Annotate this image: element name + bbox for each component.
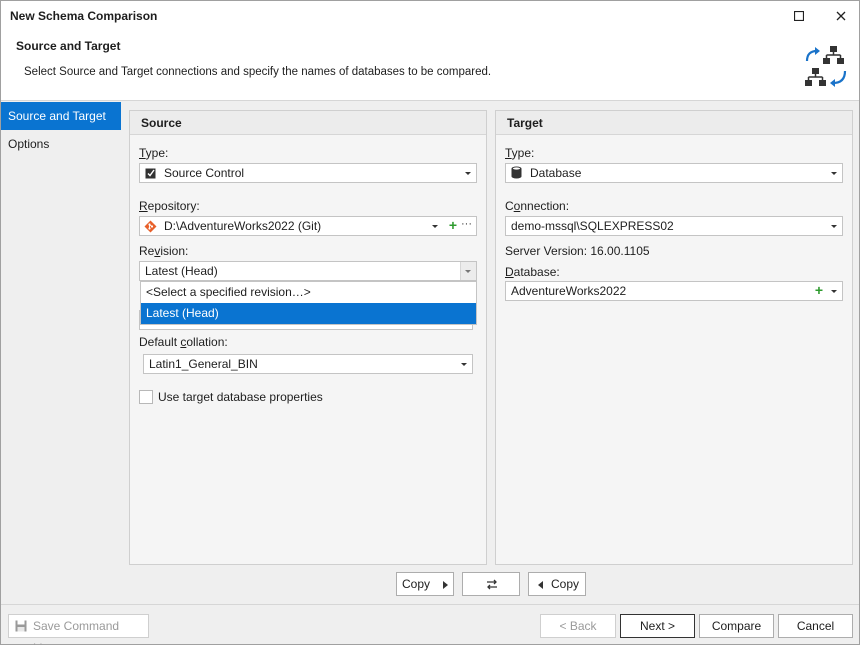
target-type-select[interactable]: Database <box>505 163 843 183</box>
source-panel: Source Type: Source Control Repository: <box>129 110 487 565</box>
chevron-down-icon <box>432 225 438 228</box>
revision-option-latest[interactable]: Latest (Head) <box>141 303 476 324</box>
nav-item-source-and-target[interactable]: Source and Target <box>1 102 121 130</box>
server-version: Server Version: 16.00.1105 <box>505 244 650 258</box>
revision-label: Revision: <box>139 244 189 258</box>
chevron-down-icon <box>461 363 467 366</box>
chevron-down-icon <box>465 270 471 273</box>
database-value: AdventureWorks2022 <box>511 284 627 298</box>
cancel-button[interactable]: Cancel <box>778 614 853 638</box>
repository-label: Repository: <box>139 199 200 213</box>
next-button[interactable]: Next > <box>620 614 695 638</box>
connection-value: demo-mssql\SQLEXPRESS02 <box>511 219 674 233</box>
collation-value: Latin1_General_BIN <box>149 357 258 371</box>
connection-label: Connection: <box>505 199 570 213</box>
compare-button[interactable]: Compare <box>699 614 774 638</box>
copy-to-source-label: Copy <box>550 577 579 591</box>
source-type-label: Type: <box>139 146 169 160</box>
wizard-nav: Source and Target Options <box>1 101 121 604</box>
maximize-icon <box>794 11 804 21</box>
use-target-properties-checkbox[interactable] <box>139 390 153 404</box>
target-type-label: Type: <box>505 146 535 160</box>
page-title: Source and Target <box>16 39 121 53</box>
wizard-header: Source and Target Select Source and Targ… <box>1 31 859 101</box>
repository-select[interactable]: D:\AdventureWorks2022 (Git) + ··· <box>139 216 477 236</box>
add-database-button[interactable]: + <box>815 281 823 299</box>
source-control-icon <box>145 168 156 179</box>
target-heading: Target <box>496 111 852 135</box>
arrow-right-icon <box>443 581 448 589</box>
arrow-left-icon <box>538 581 543 589</box>
revision-dropdown-list: <Select a specified revision…> Latest (H… <box>140 281 477 325</box>
nav-item-options[interactable]: Options <box>1 130 121 158</box>
maximize-button[interactable] <box>788 5 810 27</box>
close-icon <box>836 11 846 21</box>
source-type-value: Source Control <box>164 166 245 180</box>
repository-value: D:\AdventureWorks2022 (Git) <box>164 219 322 233</box>
use-target-properties-label[interactable]: Use target database properties <box>158 390 323 404</box>
add-repository-button[interactable]: + <box>449 216 457 234</box>
chevron-down-icon <box>831 225 837 228</box>
target-panel: Target Type: Database Connection: demo-m… <box>495 110 853 565</box>
copy-to-source-button[interactable]: Copy <box>528 572 586 596</box>
swap-button[interactable] <box>462 572 520 596</box>
browse-repository-button[interactable]: ··· <box>461 215 472 233</box>
source-type-select[interactable]: Source Control <box>139 163 477 183</box>
git-icon <box>144 220 157 233</box>
revision-select[interactable]: Latest (Head) <box>139 261 477 281</box>
title-bar: New Schema Comparison <box>1 1 859 31</box>
revision-dropdown-button[interactable] <box>460 262 476 280</box>
target-type-value: Database <box>530 166 582 180</box>
revision-option-specify[interactable]: <Select a specified revision…> <box>141 282 476 303</box>
wizard-footer: Save Command Line... < Back Next > Compa… <box>1 604 859 645</box>
swap-icon <box>487 579 497 590</box>
schema-compare-icon <box>805 46 847 87</box>
source-heading: Source <box>130 111 486 135</box>
revision-value: Latest (Head) <box>145 264 218 278</box>
dialog-window: New Schema Comparison Source and Target … <box>0 0 860 645</box>
database-select[interactable]: AdventureWorks2022 + <box>505 281 843 301</box>
save-icon <box>15 620 27 632</box>
database-label: Database: <box>505 265 560 279</box>
chevron-down-icon <box>465 172 471 175</box>
copy-to-target-button[interactable]: Copy <box>396 572 454 596</box>
back-button[interactable]: < Back <box>540 614 616 638</box>
copy-to-target-label: Copy <box>402 577 431 591</box>
save-command-line-label: Save Command Line... <box>33 619 120 645</box>
close-button[interactable] <box>830 5 852 27</box>
connection-select[interactable]: demo-mssql\SQLEXPRESS02 <box>505 216 843 236</box>
chevron-down-icon <box>831 290 837 293</box>
wizard-content: Source Type: Source Control Repository: <box>121 101 859 604</box>
database-icon <box>511 166 522 179</box>
save-command-line-button[interactable]: Save Command Line... <box>8 614 149 645</box>
window-title: New Schema Comparison <box>10 9 158 23</box>
collation-select[interactable]: Latin1_General_BIN <box>143 354 473 374</box>
page-description: Select Source and Target connections and… <box>24 66 492 78</box>
collation-label: Default collation: <box>139 335 228 349</box>
chevron-down-icon <box>831 172 837 175</box>
